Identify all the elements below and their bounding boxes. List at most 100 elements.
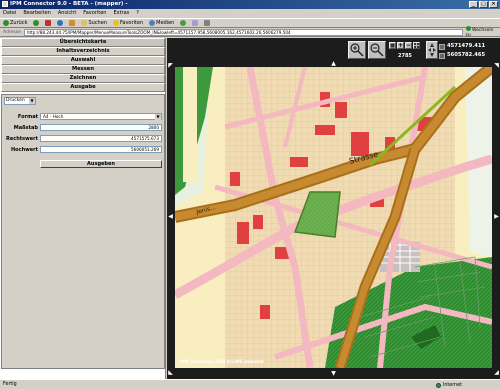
refresh-button[interactable] (57, 20, 64, 26)
pan-southeast-arrow[interactable]: ◢ (493, 370, 500, 377)
scale-value: 2785 (398, 53, 412, 59)
x-coord-icon (439, 43, 445, 50)
massstab-label: Maßstab (13, 125, 38, 131)
zoom-minus-button[interactable]: − (405, 42, 412, 49)
nav-auswahl[interactable]: Auswahl (1, 56, 165, 65)
statusbar: Fertig Internet (0, 379, 500, 389)
menu-datei[interactable]: Datei (3, 9, 16, 18)
nav-uebersichtskarte[interactable]: Übersichtskarte (1, 38, 165, 47)
format-select[interactable]: A4 - Hoch ▼ (40, 113, 162, 120)
go-button[interactable]: Wechseln zu (465, 26, 500, 38)
compass-icon (428, 43, 436, 57)
forward-arrow-icon (33, 20, 40, 26)
grid-icon (414, 43, 419, 48)
coordinate-readout: 4571479.411 5605782.465 (439, 42, 485, 60)
pan-west-arrow[interactable]: ◀ (167, 214, 174, 221)
ausgabe-panel: Drucken ▼ Format A4 - Hoch ▼ Maßstab 280… (1, 94, 165, 369)
rechtswert-input[interactable]: 4571575.673 (40, 135, 162, 142)
zoom-plus-button[interactable]: + (397, 42, 404, 49)
menu-favoriten[interactable]: Favoriten (83, 9, 106, 18)
menubar: Datei Bearbeiten Ansicht Favoriten Extra… (0, 9, 500, 18)
chevron-down-icon: ▼ (155, 114, 161, 120)
pan-south-arrow[interactable]: ▼ (330, 371, 337, 378)
menu-ansicht[interactable]: Ansicht (58, 9, 76, 18)
chevron-down-icon: ▼ (29, 98, 35, 104)
search-label: Suchen (88, 20, 107, 26)
extent-icon (390, 43, 395, 48)
close-button[interactable]: × (489, 1, 498, 8)
search-button[interactable]: Suchen (81, 20, 107, 26)
go-arrow-icon (465, 26, 471, 31)
print-icon (204, 20, 211, 26)
back-label: Zurück (10, 20, 28, 26)
stop-button[interactable] (45, 20, 52, 26)
maximize-button[interactable]: □ (479, 1, 488, 8)
map-canvas[interactable]: Strasse Jenis... (175, 67, 492, 368)
format-value: A4 - Hoch (43, 114, 64, 119)
pan-northwest-arrow[interactable]: ◤ (167, 63, 174, 70)
address-input[interactable]: http://88.243.44.75/IPM/Mapper/MenueMeas… (23, 28, 463, 36)
map-credit: IPM Connector, ESRI ArcIMS powered (180, 359, 264, 364)
menu-extras[interactable]: Extras (113, 9, 129, 18)
pan-southwest-arrow[interactable]: ◣ (167, 370, 174, 377)
plus-icon: + (398, 42, 404, 49)
grid-button[interactable] (413, 42, 420, 49)
favorites-button[interactable]: Favoriten (112, 20, 144, 26)
massstab-input[interactable]: 2800 (40, 124, 162, 131)
rechtswert-row: Rechtswert 4571575.673 (2, 135, 166, 143)
left-panel: Übersichtskarte Inhaltsverzeichnis Auswa… (0, 38, 166, 379)
window-titlebar: IPM Connector 9.0 - BETA - (mapper) - _ … (0, 0, 500, 9)
zoom-in-icon (350, 43, 364, 57)
media-icon (149, 20, 156, 26)
menu-help[interactable]: ? (136, 9, 139, 18)
search-icon (81, 20, 88, 26)
pan-northeast-arrow[interactable]: ◥ (493, 63, 500, 70)
favorites-label: Favoriten (119, 20, 144, 26)
map-area: + − 2785 4571479.411 5605782.465 ◤ ▲ ◥ ◀… (167, 38, 500, 379)
star-icon (112, 20, 119, 26)
window-title: IPM Connector 9.0 - BETA - (mapper) - (10, 1, 128, 7)
refresh-icon (57, 20, 64, 26)
hochwert-row: Hochwert 5606051.269 (2, 146, 166, 154)
nav-inhaltsverzeichnis[interactable]: Inhaltsverzeichnis (1, 47, 165, 56)
back-button[interactable]: Zurück (3, 20, 27, 26)
history-button[interactable] (180, 20, 187, 26)
format-label: Format (17, 114, 38, 120)
media-button[interactable]: Medien (149, 20, 174, 26)
full-extent-button[interactable] (389, 42, 396, 49)
menu-bearbeiten[interactable]: Bearbeiten (23, 9, 50, 18)
pan-compass-button[interactable] (426, 41, 438, 59)
output-mode-select[interactable]: Drucken ▼ (4, 97, 36, 105)
rechtswert-label: Rechtswert (6, 136, 38, 142)
nav-messen[interactable]: Messen (1, 65, 165, 74)
home-button[interactable] (69, 20, 76, 26)
mail-icon (192, 20, 199, 26)
pan-east-arrow[interactable]: ▶ (493, 214, 500, 221)
zoom-out-icon (370, 43, 384, 57)
hochwert-input[interactable]: 5606051.269 (40, 146, 162, 153)
print-button[interactable] (204, 20, 211, 26)
security-zone: Internet (435, 381, 462, 389)
globe-icon (435, 382, 441, 388)
zone-label: Internet (442, 382, 462, 388)
minimize-button[interactable]: _ (469, 1, 478, 8)
media-label: Medien (156, 20, 175, 26)
zoom-out-tool-button[interactable] (368, 41, 386, 59)
coord-y: 5605782.465 (447, 52, 486, 58)
history-icon (180, 20, 187, 26)
zoom-in-tool-button[interactable] (348, 41, 366, 59)
format-row: Format A4 - Hoch ▼ (2, 113, 166, 121)
browser-toolbar: Zurück Suchen Favoriten Medien (0, 18, 500, 28)
y-coord-icon (439, 52, 445, 59)
city-map: Strasse Jenis... (175, 67, 492, 368)
stop-icon (45, 20, 52, 26)
output-mode-value: Drucken (6, 98, 25, 103)
ausgeben-button[interactable]: Ausgeben (40, 160, 162, 168)
home-icon (69, 20, 76, 26)
nav-zeichnen[interactable]: Zeichnen (1, 74, 165, 83)
coord-x: 4571479.411 (447, 43, 486, 49)
mail-button[interactable] (192, 20, 199, 26)
minus-icon: − (406, 42, 412, 49)
nav-ausgabe[interactable]: Ausgabe (1, 83, 165, 92)
forward-button[interactable] (33, 20, 40, 26)
